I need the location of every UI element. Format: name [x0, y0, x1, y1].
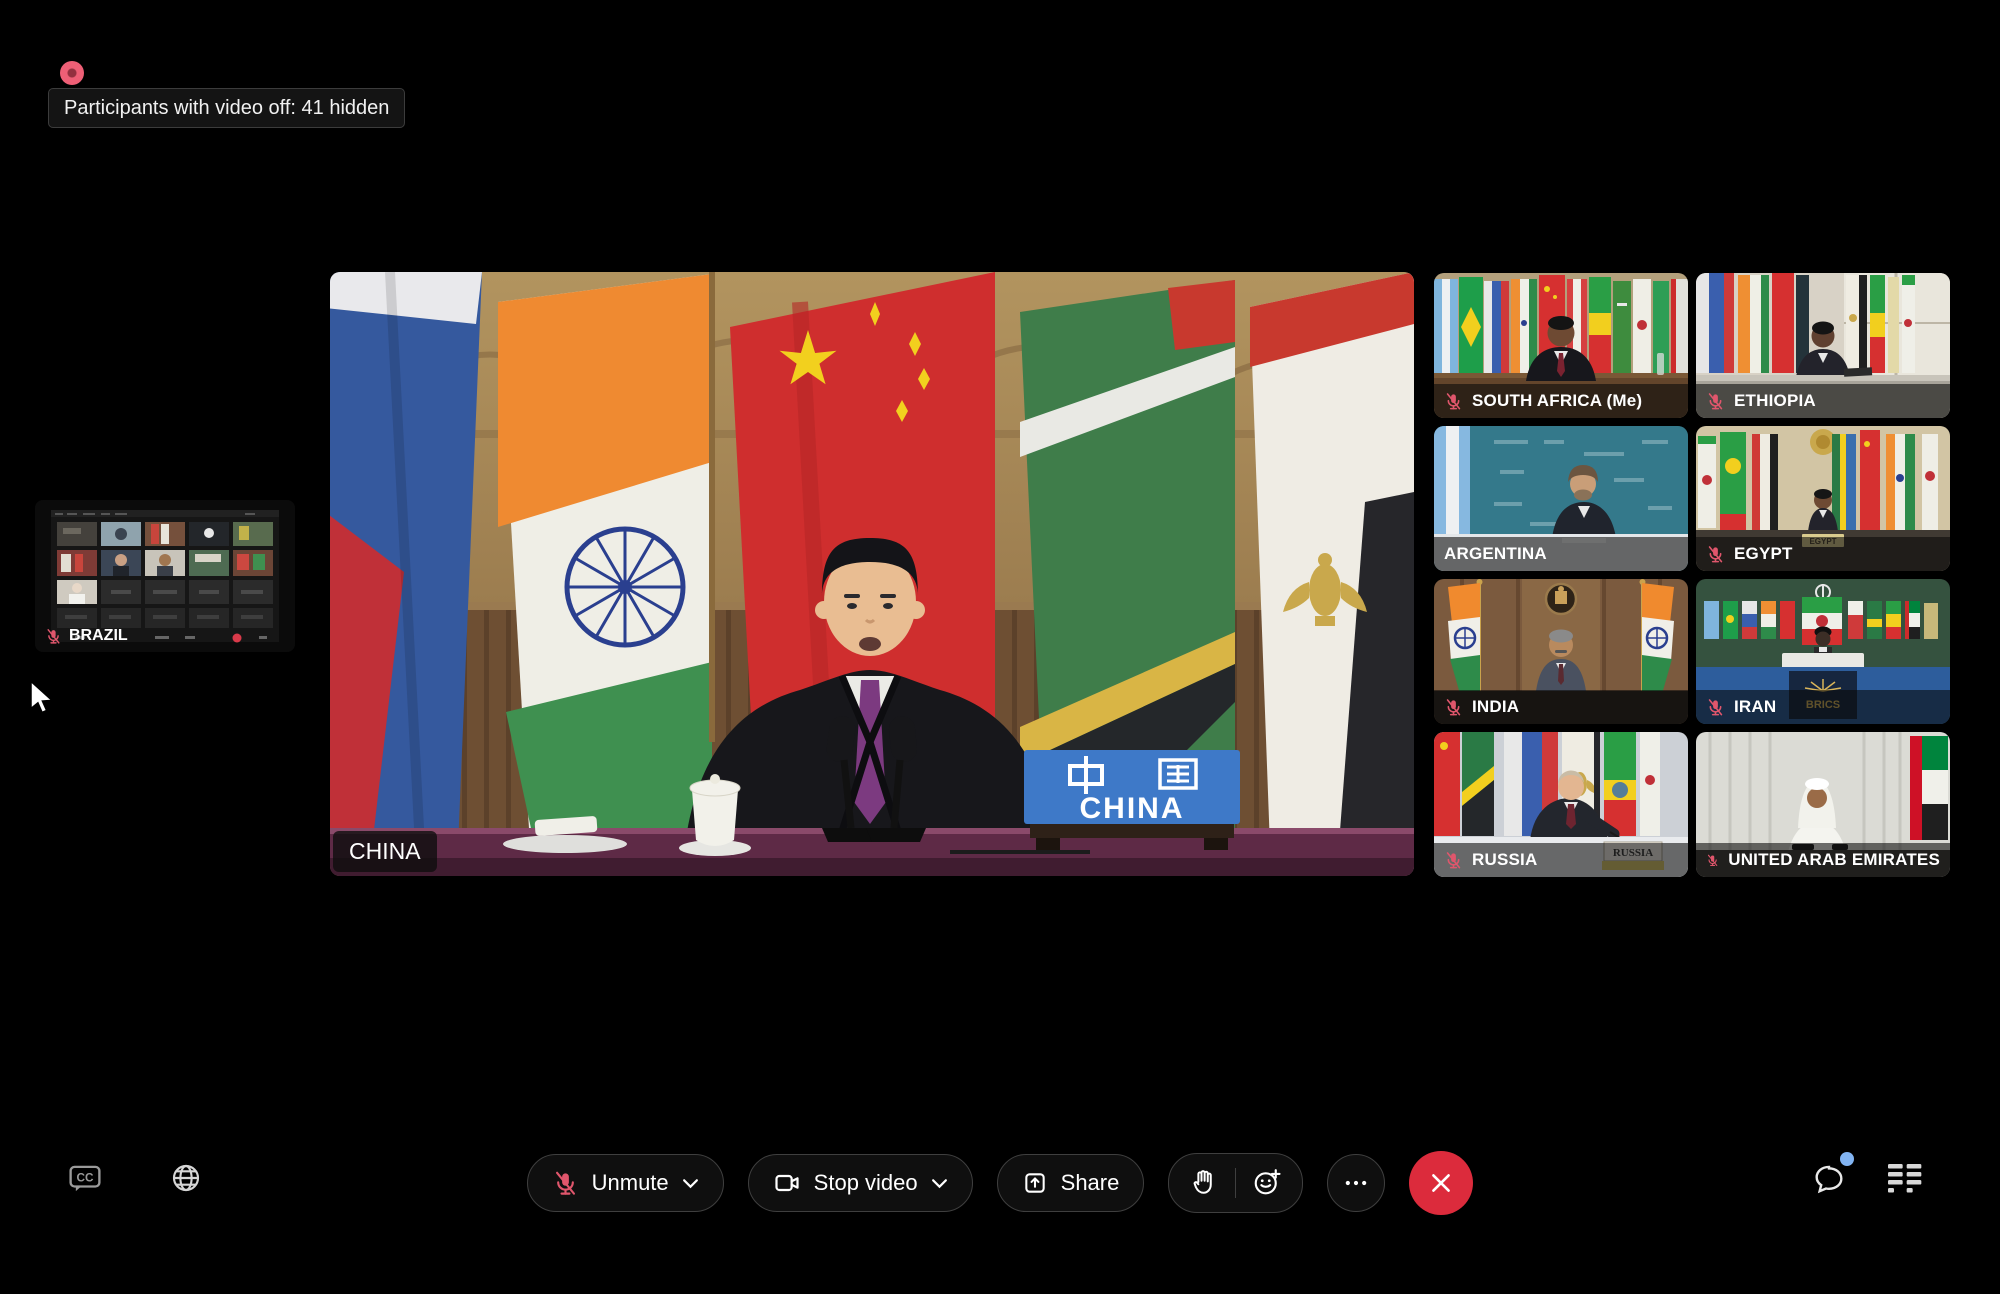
participant-name: BRAZIL [69, 627, 128, 645]
muted-mic-icon [1706, 851, 1719, 870]
reactions-group [1168, 1153, 1303, 1213]
stop-video-button[interactable]: Stop video [748, 1154, 973, 1212]
participant-name: INDIA [1472, 697, 1519, 717]
participant-tile-india[interactable]: INDIA [1434, 579, 1688, 724]
muted-mic-icon [45, 628, 62, 645]
globe-icon [170, 1162, 202, 1194]
share-label: Share [1061, 1170, 1120, 1196]
unmute-button[interactable]: Unmute [527, 1154, 724, 1212]
participant-label-uae: UNITED ARAB EMIRATES [1696, 843, 1950, 877]
captions-button[interactable]: CC [68, 1162, 102, 1194]
participant-thumbnail-brazil[interactable]: BRAZIL [35, 500, 295, 652]
active-speaker-name: CHINA [349, 838, 421, 864]
participant-label-iran: IRAN [1696, 690, 1950, 724]
participant-name: EGYPT [1734, 544, 1793, 564]
closed-captions-icon: CC [68, 1162, 102, 1194]
language-globe-button[interactable] [170, 1162, 202, 1194]
chat-button[interactable] [1812, 1162, 1846, 1199]
mouse-cursor [28, 680, 58, 716]
active-speaker-label: CHINA [333, 831, 437, 872]
layout-button[interactable] [1884, 1160, 1924, 1196]
more-options-icon [1342, 1169, 1370, 1197]
participant-label-egypt: EGYPT [1696, 537, 1950, 571]
svg-text:CC: CC [77, 1171, 94, 1184]
participant-tile-uae[interactable]: UNITED ARAB EMIRATES [1696, 732, 1950, 877]
participant-name: RUSSIA [1472, 850, 1537, 870]
chevron-down-icon [682, 1178, 699, 1189]
participants-grid: SOUTH AFRICA (Me) [1434, 273, 1950, 877]
participant-label-south-africa: SOUTH AFRICA (Me) [1434, 384, 1688, 418]
participant-name: ARGENTINA [1444, 544, 1547, 564]
hidden-participants-text: Participants with video off: 41 hidden [64, 97, 389, 119]
participant-name: ETHIOPIA [1734, 391, 1816, 411]
participant-name: UNITED ARAB EMIRATES [1728, 850, 1940, 870]
participant-tile-argentina[interactable]: ARGENTINA [1434, 426, 1688, 571]
muted-mic-icon [1706, 392, 1725, 411]
raise-hand-button[interactable] [1189, 1167, 1219, 1200]
muted-mic-icon [1444, 851, 1463, 870]
share-button[interactable]: Share [997, 1154, 1145, 1212]
muted-mic-icon [552, 1170, 579, 1197]
participant-label-ethiopia: ETHIOPIA [1696, 384, 1950, 418]
divider [1235, 1168, 1236, 1198]
chat-bubble-icon [1812, 1162, 1846, 1196]
nameplate-english-text: CHINA [1080, 792, 1185, 825]
participant-label-argentina: ARGENTINA [1434, 537, 1688, 571]
china-stage-scene: CHINA [330, 272, 1414, 876]
hidden-participants-banner: Participants with video off: 41 hidden [48, 88, 405, 128]
muted-mic-icon [1444, 392, 1463, 411]
unmute-label: Unmute [592, 1170, 669, 1196]
chevron-down-icon [931, 1178, 948, 1189]
video-camera-icon [773, 1169, 801, 1197]
stop-video-label: Stop video [814, 1170, 918, 1196]
participant-name: IRAN [1734, 697, 1776, 717]
recording-indicator-icon [60, 61, 84, 85]
participant-tile-russia[interactable]: RUSSIA RUSSIA [1434, 732, 1688, 877]
reactions-button[interactable] [1252, 1167, 1282, 1200]
notification-dot [1840, 1152, 1854, 1166]
control-bar: Unmute Stop video Share [0, 1151, 2000, 1215]
participant-name: SOUTH AFRICA (Me) [1472, 391, 1642, 411]
participant-tile-south-africa[interactable]: SOUTH AFRICA (Me) [1434, 273, 1688, 418]
layout-panels-icon [1884, 1160, 1924, 1196]
close-x-icon [1428, 1170, 1454, 1196]
participant-label-india: INDIA [1434, 690, 1688, 724]
emoji-plus-icon [1252, 1167, 1282, 1197]
muted-mic-icon [1444, 698, 1463, 717]
meeting-window: Participants with video off: 41 hidden [0, 0, 2000, 1294]
participant-tile-iran[interactable]: BRICS IRAN [1696, 579, 1950, 724]
muted-mic-icon [1706, 698, 1725, 717]
raise-hand-icon [1189, 1167, 1219, 1197]
leave-meeting-button[interactable] [1409, 1151, 1473, 1215]
participant-label-brazil: BRAZIL [45, 627, 128, 645]
participant-tile-ethiopia[interactable]: ETHIOPIA [1696, 273, 1950, 418]
muted-mic-icon [1706, 545, 1725, 564]
participant-tile-egypt[interactable]: EGYPT EGYPT [1696, 426, 1950, 571]
share-screen-icon [1022, 1170, 1048, 1196]
participant-label-russia: RUSSIA [1434, 843, 1688, 877]
more-options-button[interactable] [1327, 1154, 1385, 1212]
active-speaker-video-china[interactable]: CHINA CHINA [330, 272, 1414, 876]
